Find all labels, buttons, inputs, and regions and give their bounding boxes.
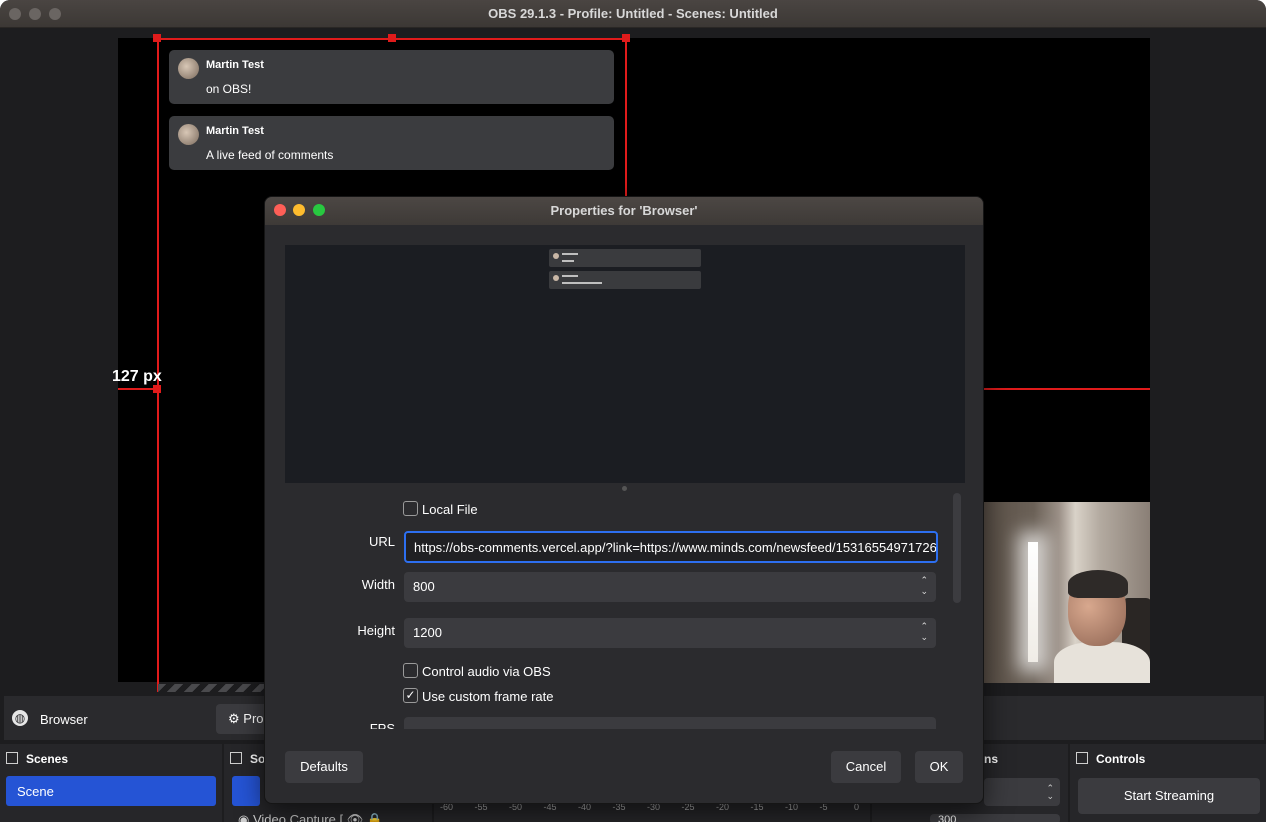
dialog-title: Properties for 'Browser' <box>550 203 698 218</box>
selection-left-edge <box>157 38 159 692</box>
window-title: OBS 29.1.3 - Profile: Untitled - Scenes:… <box>488 6 778 21</box>
width-spinbox[interactable]: 800 ⌃ ⌄ <box>404 572 936 602</box>
custom-frame-rate-checkbox[interactable]: ✓ <box>403 688 418 703</box>
source-list-item-browser[interactable] <box>232 776 260 806</box>
local-file-checkbox[interactable] <box>403 501 418 516</box>
dock-icon <box>6 752 18 764</box>
fps-spinbox[interactable] <box>404 717 936 729</box>
control-audio-label: Control audio via OBS <box>422 664 551 679</box>
resize-handle[interactable] <box>153 385 161 393</box>
height-label: Height <box>357 623 395 638</box>
splitter-handle[interactable] <box>622 486 627 491</box>
globe-icon: ◍ <box>12 710 28 726</box>
resize-handle[interactable] <box>388 34 396 42</box>
comment-card: Martin Test A live feed of comments <box>169 116 614 170</box>
sources-dock-title: So <box>230 752 265 766</box>
dock-icon <box>230 752 242 764</box>
properties-dialog: Properties for 'Browser' Local File URL … <box>264 196 984 804</box>
window-titlebar: OBS 29.1.3 - Profile: Untitled - Scenes:… <box>0 0 1266 28</box>
local-file-label: Local File <box>422 502 478 517</box>
avatar <box>178 124 199 145</box>
cancel-button[interactable]: Cancel <box>831 751 901 783</box>
mini-comment-card <box>549 271 701 289</box>
comment-card: Martin Test on OBS! <box>169 50 614 104</box>
stepper-arrows-icon[interactable]: ⌃ ⌄ <box>920 621 928 643</box>
duration-spinbox[interactable]: 300 <box>930 814 1060 822</box>
fps-label: FPS <box>369 721 395 729</box>
transition-select[interactable]: ⌃ ⌄ <box>984 778 1060 806</box>
custom-frame-rate-label: Use custom frame rate <box>422 689 554 704</box>
form-scrollbar[interactable] <box>953 493 961 603</box>
height-spinbox[interactable]: 1200 ⌃ ⌄ <box>404 618 936 648</box>
ok-button[interactable]: OK <box>915 751 963 783</box>
url-field[interactable]: https://obs-comments.vercel.app/?link=ht… <box>404 531 938 563</box>
width-label: Width <box>361 577 395 592</box>
mini-comment-card <box>549 249 701 267</box>
avatar <box>178 58 199 79</box>
scene-list-item[interactable]: Scene <box>6 776 216 806</box>
defaults-button[interactable]: Defaults <box>285 751 363 783</box>
canvas-edge-hatch <box>158 684 266 692</box>
scenes-dock-title: Scenes <box>6 752 68 766</box>
height-value: 1200 <box>413 625 442 640</box>
controls-dock: Controls Start Streaming <box>1070 744 1266 822</box>
controls-dock-title: Controls <box>1076 752 1145 766</box>
stepper-arrows-icon[interactable]: ⌃ ⌄ <box>920 575 928 597</box>
resize-handle[interactable] <box>622 34 630 42</box>
control-audio-checkbox[interactable] <box>403 663 418 678</box>
selection-right-edge <box>625 38 627 198</box>
url-label: URL <box>368 534 395 549</box>
start-streaming-button[interactable]: Start Streaming <box>1078 778 1260 814</box>
source-list-item-video-capture[interactable]: ◉ Video Capture [ 👁 🔒 <box>238 812 383 822</box>
comment-author: Martin Test <box>206 125 264 137</box>
transitions-dock-title: ns <box>984 752 999 766</box>
distance-label: 127 px <box>112 368 162 385</box>
properties-button-label: Pro <box>243 711 264 726</box>
comment-author: Martin Test <box>206 59 264 71</box>
distance-guide-line <box>118 388 158 390</box>
selected-source-name: Browser <box>40 712 88 727</box>
webcam-feed <box>984 502 1150 683</box>
selection-guide-line <box>984 388 1150 390</box>
comment-text: A live feed of comments <box>206 148 334 162</box>
comment-text: on OBS! <box>206 82 252 96</box>
properties-form: Local File URL https://obs-comments.verc… <box>265 493 965 729</box>
width-value: 800 <box>413 579 435 594</box>
scenes-dock: Scenes Scene <box>0 744 222 822</box>
browser-source-preview <box>285 245 965 483</box>
dock-icon <box>1076 752 1088 764</box>
dialog-titlebar: Properties for 'Browser' <box>265 197 983 225</box>
resize-handle[interactable] <box>153 34 161 42</box>
